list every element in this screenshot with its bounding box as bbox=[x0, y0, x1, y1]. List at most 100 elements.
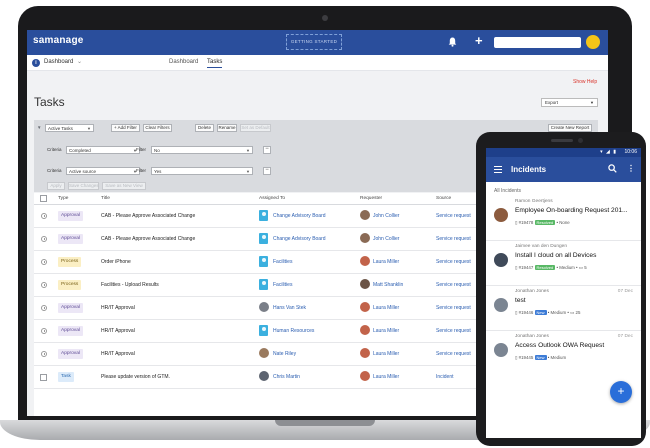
type-badge: Approval bbox=[58, 303, 83, 313]
more-options-icon[interactable]: ⋮ bbox=[627, 164, 635, 173]
incident-number: #19445 bbox=[518, 355, 534, 360]
requester-link[interactable]: Laura Miller bbox=[373, 351, 399, 357]
dashboard-selector[interactable]: Dashboard bbox=[44, 59, 73, 65]
source-link[interactable]: Service request bbox=[436, 351, 471, 357]
avatar bbox=[360, 210, 370, 220]
apply-button[interactable]: Apply bbox=[47, 182, 65, 190]
assigned-to-link[interactable]: Change Advisory Board bbox=[273, 213, 326, 219]
global-search-input[interactable] bbox=[494, 37, 581, 48]
assigned-to-link[interactable]: Facilities bbox=[273, 259, 292, 265]
column-assigned[interactable]: Assigned To bbox=[259, 196, 285, 201]
assigned-to-link[interactable]: Change Advisory Board bbox=[273, 236, 326, 242]
column-title[interactable]: Title bbox=[101, 196, 110, 201]
clear-filters-button[interactable]: Clear Filters bbox=[143, 124, 172, 132]
status-badge: New bbox=[534, 355, 547, 360]
assigned-to-link[interactable]: Hans Van Stek bbox=[273, 305, 306, 311]
priority-text: Medium bbox=[559, 265, 575, 270]
avatar bbox=[259, 371, 269, 381]
incident-meta: ▯ #19447 Resolved • Medium • ▭ 5 bbox=[515, 265, 587, 270]
type-badge: Approval bbox=[58, 326, 83, 336]
clock-icon bbox=[41, 328, 47, 334]
getting-started-button[interactable]: GETTING STARTED bbox=[286, 34, 342, 50]
assigned-to-link[interactable]: Human Resources bbox=[273, 328, 314, 334]
tab-dashboard[interactable]: Dashboard bbox=[169, 59, 198, 65]
source-link[interactable]: Service request bbox=[436, 259, 471, 265]
requester-link[interactable]: Laura Miller bbox=[373, 374, 399, 380]
source-link[interactable]: Service request bbox=[436, 305, 471, 311]
search-icon[interactable] bbox=[608, 164, 617, 173]
assigned-to-link[interactable]: Nate Riley bbox=[273, 351, 296, 357]
incident-card[interactable]: Jonathan Jones 07 Dec Access Outlook OWA… bbox=[486, 331, 641, 376]
criteria-select[interactable]: Completed ▼ bbox=[66, 146, 140, 154]
column-requester[interactable]: Requester bbox=[360, 196, 382, 201]
source-link[interactable]: Service request bbox=[436, 213, 471, 219]
status-badge: Resolved bbox=[534, 265, 556, 270]
source-link[interactable]: Incident bbox=[436, 374, 454, 380]
info-icon[interactable]: i bbox=[32, 59, 40, 67]
task-title[interactable]: HR/IT Approval bbox=[101, 305, 135, 311]
tab-tasks[interactable]: Tasks bbox=[207, 59, 223, 68]
type-badge: Approval bbox=[58, 211, 83, 221]
select-all-checkbox[interactable] bbox=[40, 195, 47, 202]
incident-date: 07 Dec bbox=[617, 334, 633, 339]
show-help-link[interactable]: Show Help bbox=[573, 79, 597, 85]
assigned-to-link[interactable]: Chris Martin bbox=[273, 374, 300, 380]
requester-link[interactable]: Laura Miller bbox=[373, 259, 399, 265]
filter-select[interactable]: Yes ▼ bbox=[151, 167, 253, 175]
add-filter-button[interactable]: + Add Filter bbox=[111, 124, 140, 132]
filter-select[interactable]: No ▼ bbox=[151, 146, 253, 154]
task-title[interactable]: CAB - Please Approve Associated Change bbox=[101, 236, 195, 242]
task-title[interactable]: Order iPhone bbox=[101, 259, 131, 265]
add-incident-button[interactable]: + bbox=[610, 381, 632, 403]
requester-link[interactable]: John Collier bbox=[373, 236, 399, 242]
incident-date: 07 Dec bbox=[617, 289, 633, 294]
avatar bbox=[494, 253, 508, 267]
set-default-button[interactable]: Set as Default bbox=[240, 124, 271, 132]
column-source[interactable]: Source bbox=[436, 196, 451, 201]
avatar bbox=[360, 302, 370, 312]
task-title[interactable]: HR/IT Approval bbox=[101, 328, 135, 334]
incident-card[interactable]: Jaimee van den Dungen Install I cloud on… bbox=[486, 241, 641, 286]
bell-icon[interactable] bbox=[448, 37, 457, 47]
sub-navigation: i Dashboard ⌄ Dashboard Tasks bbox=[27, 55, 608, 71]
export-select[interactable]: Export ▼ bbox=[541, 98, 598, 107]
save-changes-button[interactable]: Save Changes bbox=[68, 182, 99, 190]
task-title[interactable]: Facilities - Upload Results bbox=[101, 282, 159, 288]
source-link[interactable]: Service request bbox=[436, 328, 471, 334]
type-badge: Process bbox=[58, 257, 82, 267]
save-new-view-button[interactable]: Save as New View bbox=[102, 182, 146, 190]
incident-card[interactable]: Jonathan Jones 07 Dec test ▯ #19446 New … bbox=[486, 286, 641, 331]
avatar bbox=[494, 298, 508, 312]
rename-view-button[interactable]: Rename bbox=[217, 124, 237, 132]
add-icon[interactable]: + bbox=[475, 34, 483, 48]
requester-link[interactable]: Laura Miller bbox=[373, 328, 399, 334]
requester-link[interactable]: Matt Shanklin bbox=[373, 282, 403, 288]
avatar bbox=[360, 233, 370, 243]
chevron-down-icon[interactable]: ⌄ bbox=[77, 58, 82, 65]
criteria-select[interactable]: Active source ▼ bbox=[66, 167, 140, 175]
requester-link[interactable]: Laura Miller bbox=[373, 305, 399, 311]
view-select[interactable]: Active Tasks ▼ bbox=[45, 124, 94, 132]
clock-icon bbox=[41, 213, 47, 219]
row-checkbox[interactable] bbox=[40, 374, 47, 381]
collapse-icon[interactable]: ▼ bbox=[37, 125, 41, 130]
create-report-button[interactable]: Create New Report bbox=[548, 124, 592, 132]
incident-number: #19446 bbox=[518, 310, 534, 315]
task-title[interactable]: Please update version of GTM. bbox=[101, 374, 170, 380]
user-avatar[interactable] bbox=[586, 35, 600, 49]
criteria-label: Criteria bbox=[47, 168, 62, 173]
assigned-to-link[interactable]: Facilities bbox=[273, 282, 292, 288]
source-link[interactable]: Service request bbox=[436, 282, 471, 288]
task-title[interactable]: CAB - Please Approve Associated Change bbox=[101, 213, 195, 219]
filter-value: No bbox=[154, 148, 160, 153]
app-logo[interactable]: samanage bbox=[33, 35, 84, 46]
remove-filter-button[interactable]: − bbox=[263, 167, 271, 175]
column-type[interactable]: Type bbox=[58, 196, 68, 201]
source-link[interactable]: Service request bbox=[436, 236, 471, 242]
remove-filter-button[interactable]: − bbox=[263, 146, 271, 154]
incident-card[interactable]: Ramon Geertjens Employee On-boarding Req… bbox=[486, 196, 641, 241]
delete-view-button[interactable]: Delete bbox=[195, 124, 214, 132]
menu-icon[interactable] bbox=[494, 166, 502, 173]
task-title[interactable]: HR/IT Approval bbox=[101, 351, 135, 357]
requester-link[interactable]: John Collier bbox=[373, 213, 399, 219]
